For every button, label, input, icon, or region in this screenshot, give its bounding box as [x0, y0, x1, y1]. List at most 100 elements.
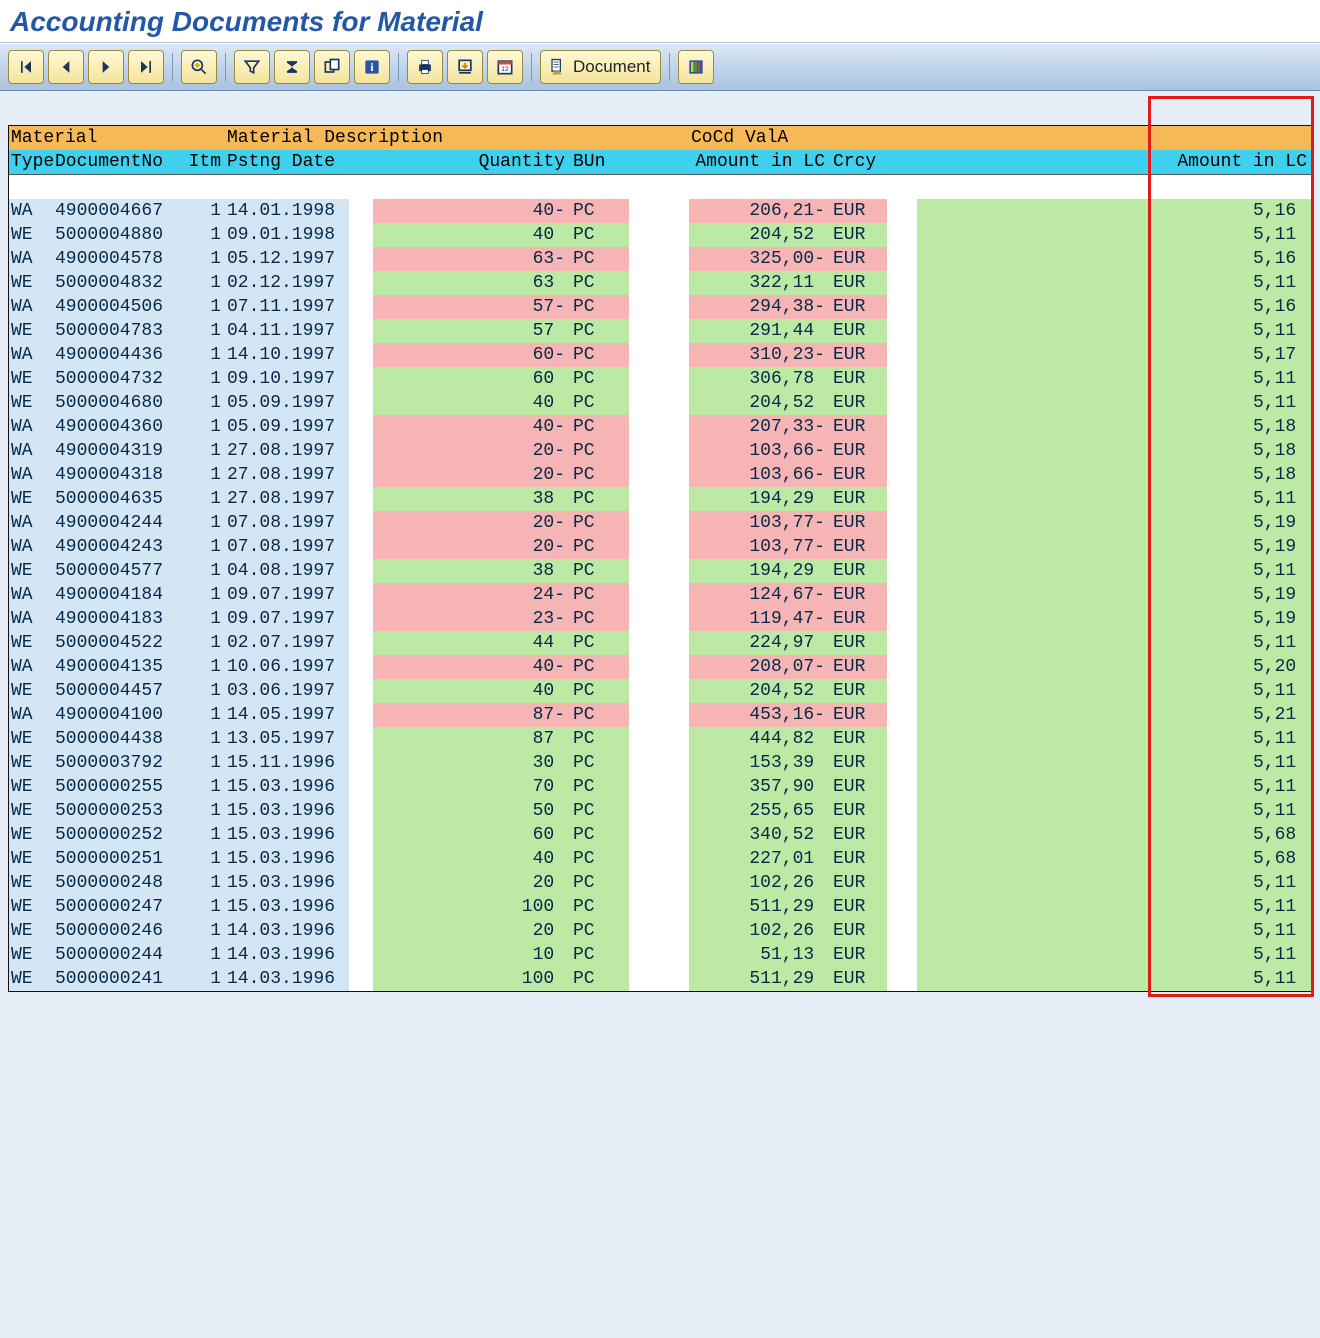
table-row[interactable]: WA4900004506107.11.199757-PC294,38-EUR5,…: [9, 295, 1311, 319]
sum-button[interactable]: [274, 50, 310, 84]
cell-itm: 1: [183, 559, 227, 583]
table-row[interactable]: WE5000000251115.03.199640 PC227,01 EUR5,…: [9, 847, 1311, 871]
table-row[interactable]: WE5000004635127.08.199738 PC194,29 EUR5,…: [9, 487, 1311, 511]
cell-type: WA: [9, 607, 55, 631]
print-button[interactable]: [407, 50, 443, 84]
table-row[interactable]: WA4900004436114.10.199760-PC310,23-EUR5,…: [9, 343, 1311, 367]
table-row[interactable]: WA4900004667114.01.199840-PC206,21-EUR5,…: [9, 199, 1311, 223]
cell-qty: 23-: [373, 607, 569, 631]
cell-amt2: 5,11: [917, 727, 1311, 751]
col-amt[interactable]: Amount in LC: [689, 150, 829, 174]
prev-page-button[interactable]: [48, 50, 84, 84]
table-row[interactable]: WE5000000246114.03.199620 PC102,26 EUR5,…: [9, 919, 1311, 943]
table-row[interactable]: WA4900004318127.08.199720-PC103,66-EUR5,…: [9, 463, 1311, 487]
cell-qty: 87: [373, 727, 569, 751]
cell-date: 15.03.1996: [227, 847, 349, 871]
magnifier-icon: [189, 57, 209, 77]
cell-crcy: EUR: [829, 463, 887, 487]
cell-amt: 194,29: [689, 487, 829, 511]
report-grid: Material Material Description CoCd ValA …: [8, 125, 1312, 992]
cell-doc: 4900004436: [55, 343, 183, 367]
cell-itm: 1: [183, 607, 227, 631]
layout-button[interactable]: [678, 50, 714, 84]
cell-qty: 10: [373, 943, 569, 967]
table-row[interactable]: WE5000000253115.03.199650 PC255,65 EUR5,…: [9, 799, 1311, 823]
table-row[interactable]: WE5000004880109.01.199840 PC204,52 EUR5,…: [9, 223, 1311, 247]
details-button[interactable]: [181, 50, 217, 84]
cell-type: WE: [9, 487, 55, 511]
info-button[interactable]: i: [354, 50, 390, 84]
table-row[interactable]: WA4900004184109.07.199724-PC124,67-EUR5,…: [9, 583, 1311, 607]
table-row[interactable]: WE5000000247115.03.1996100 PC511,29 EUR5…: [9, 895, 1311, 919]
cell-qty: 63-: [373, 247, 569, 271]
rows-body: WA4900004667114.01.199840-PC206,21-EUR5,…: [9, 199, 1311, 991]
cell-crcy: EUR: [829, 391, 887, 415]
cell-qty: 60: [373, 823, 569, 847]
cell-itm: 1: [183, 679, 227, 703]
cell-crcy: EUR: [829, 319, 887, 343]
cell-bun: PC: [569, 943, 629, 967]
document-button[interactable]: Document: [540, 50, 661, 84]
export-button[interactable]: [314, 50, 350, 84]
cell-itm: 1: [183, 967, 227, 991]
calendar-button[interactable]: 12: [487, 50, 523, 84]
separator: [669, 53, 670, 81]
table-row[interactable]: WE5000003792115.11.199630 PC153,39 EUR5,…: [9, 751, 1311, 775]
table-row[interactable]: WA4900004183109.07.199723-PC119,47-EUR5,…: [9, 607, 1311, 631]
col-crcy[interactable]: Crcy: [829, 150, 887, 174]
cell-bun: PC: [569, 799, 629, 823]
cell-qty: 100: [373, 895, 569, 919]
first-page-button[interactable]: [8, 50, 44, 84]
col-itm[interactable]: Itm: [183, 150, 227, 174]
cell-doc: 5000004832: [55, 271, 183, 295]
table-row[interactable]: WE5000000252115.03.199660 PC340,52 EUR5,…: [9, 823, 1311, 847]
cell-amt2: 5,18: [917, 463, 1311, 487]
cell-crcy: EUR: [829, 679, 887, 703]
table-row[interactable]: WA4900004360105.09.199740-PC207,33-EUR5,…: [9, 415, 1311, 439]
cell-date: 14.05.1997: [227, 703, 349, 727]
col-date[interactable]: Pstng Date: [227, 150, 349, 174]
table-row[interactable]: WE5000004732109.10.199760 PC306,78 EUR5,…: [9, 367, 1311, 391]
download-button[interactable]: [447, 50, 483, 84]
cell-qty: 20: [373, 919, 569, 943]
table-row[interactable]: WA4900004578105.12.199763-PC325,00-EUR5,…: [9, 247, 1311, 271]
next-page-button[interactable]: [88, 50, 124, 84]
table-row[interactable]: WA4900004100114.05.199787-PC453,16-EUR5,…: [9, 703, 1311, 727]
cell-crcy: EUR: [829, 343, 887, 367]
cell-type: WE: [9, 751, 55, 775]
cell-amt2: 5,19: [917, 583, 1311, 607]
cell-type: WE: [9, 823, 55, 847]
col-qty[interactable]: Quantity: [373, 150, 569, 174]
col-docno[interactable]: DocumentNo: [55, 150, 183, 174]
table-row[interactable]: WE5000004680105.09.199740 PC204,52 EUR5,…: [9, 391, 1311, 415]
table-row[interactable]: WA4900004244107.08.199720-PC103,77-EUR5,…: [9, 511, 1311, 535]
table-row[interactable]: WE5000000241114.03.1996100 PC511,29 EUR5…: [9, 967, 1311, 991]
cell-amt2: 5,11: [917, 367, 1311, 391]
table-row[interactable]: WE5000004832102.12.199763 PC322,11 EUR5,…: [9, 271, 1311, 295]
table-row[interactable]: WE5000000248115.03.199620 PC102,26 EUR5,…: [9, 871, 1311, 895]
col-bun[interactable]: BUn: [569, 150, 629, 174]
col-amt2[interactable]: Amount in LC: [917, 150, 1311, 174]
cell-date: 07.08.1997: [227, 511, 349, 535]
cell-itm: 1: [183, 439, 227, 463]
cell-amt2: 5,11: [917, 919, 1311, 943]
cell-bun: PC: [569, 319, 629, 343]
last-page-button[interactable]: [128, 50, 164, 84]
table-row[interactable]: WA4900004135110.06.199740-PC208,07-EUR5,…: [9, 655, 1311, 679]
last-icon: [136, 57, 156, 77]
table-row[interactable]: WE5000004783104.11.199757 PC291,44 EUR5,…: [9, 319, 1311, 343]
table-row[interactable]: WA4900004243107.08.199720-PC103,77-EUR5,…: [9, 535, 1311, 559]
table-row[interactable]: WE5000000255115.03.199670 PC357,90 EUR5,…: [9, 775, 1311, 799]
cell-type: WA: [9, 583, 55, 607]
table-row[interactable]: WE5000004577104.08.199738 PC194,29 EUR5,…: [9, 559, 1311, 583]
filter-button[interactable]: [234, 50, 270, 84]
table-row[interactable]: WE5000004522102.07.199744 PC224,97 EUR5,…: [9, 631, 1311, 655]
col-type[interactable]: Type: [9, 150, 55, 174]
cell-amt: 103,77-: [689, 535, 829, 559]
table-row[interactable]: WE5000004457103.06.199740 PC204,52 EUR5,…: [9, 679, 1311, 703]
table-row[interactable]: WA4900004319127.08.199720-PC103,66-EUR5,…: [9, 439, 1311, 463]
cell-amt2: 5,20: [917, 655, 1311, 679]
table-row[interactable]: WE5000004438113.05.199787 PC444,82 EUR5,…: [9, 727, 1311, 751]
cell-itm: 1: [183, 343, 227, 367]
table-row[interactable]: WE5000000244114.03.199610 PC51,13 EUR5,1…: [9, 943, 1311, 967]
